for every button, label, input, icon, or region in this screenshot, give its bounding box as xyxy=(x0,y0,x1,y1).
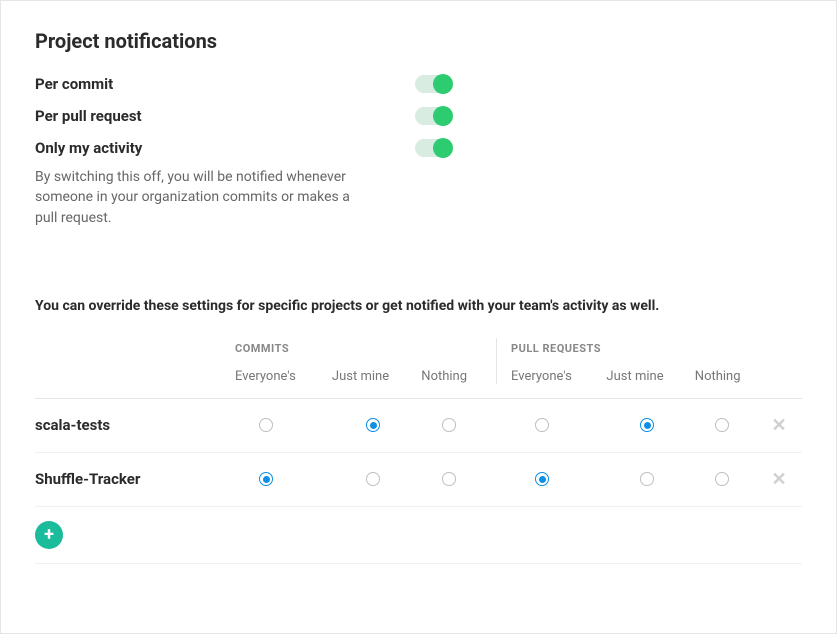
radio-pull-requests[interactable] xyxy=(715,418,729,432)
table-row: scala-tests ✕ xyxy=(35,399,802,453)
radio-commits[interactable] xyxy=(366,418,380,432)
toggle-row-per-commit: Per commit xyxy=(35,75,802,93)
radio-commits[interactable] xyxy=(442,472,456,486)
help-text-only-my-activity: By switching this off, you will be notif… xyxy=(35,167,355,228)
project-overrides-table: COMMITS Everyone's Just mine Nothing PUL… xyxy=(35,342,802,564)
add-project-button[interactable]: + xyxy=(35,521,63,549)
toggle-label-per-commit: Per commit xyxy=(35,75,415,93)
toggle-label-per-pull-request: Per pull request xyxy=(35,107,415,125)
close-icon[interactable]: ✕ xyxy=(771,415,786,436)
toggle-switch-per-pull-request[interactable] xyxy=(415,107,451,125)
radio-pull-requests[interactable] xyxy=(640,472,654,486)
radio-pull-requests[interactable] xyxy=(640,418,654,432)
radio-commits[interactable] xyxy=(366,472,380,486)
column-group-pull-requests-title: PULL REQUESTS xyxy=(511,342,759,355)
project-name: Shuffle-Tracker xyxy=(35,470,235,488)
column-commits-everyones: Everyone's xyxy=(235,369,319,384)
column-pr-just-mine: Just mine xyxy=(594,369,677,384)
toggle-switch-only-my-activity[interactable] xyxy=(415,139,451,157)
column-commits-just-mine: Just mine xyxy=(319,369,403,384)
toggle-switch-per-commit[interactable] xyxy=(415,75,451,93)
column-pr-nothing: Nothing xyxy=(676,369,759,384)
radio-pull-requests[interactable] xyxy=(715,472,729,486)
radio-pull-requests[interactable] xyxy=(535,418,549,432)
plus-icon: + xyxy=(44,524,54,545)
column-commits-nothing: Nothing xyxy=(402,369,486,384)
table-header: COMMITS Everyone's Just mine Nothing PUL… xyxy=(35,342,802,399)
toggle-label-only-my-activity: Only my activity xyxy=(35,139,415,157)
column-group-commits-title: COMMITS xyxy=(235,342,486,355)
override-note: You can override these settings for spec… xyxy=(35,298,802,314)
table-row: Shuffle-Tracker ✕ xyxy=(35,453,802,507)
close-icon[interactable]: ✕ xyxy=(771,469,786,490)
notifications-panel: Project notifications Per commit Per pul… xyxy=(0,0,837,634)
radio-commits[interactable] xyxy=(442,418,456,432)
radio-commits[interactable] xyxy=(259,418,273,432)
radio-pull-requests[interactable] xyxy=(535,472,549,486)
radio-commits[interactable] xyxy=(259,472,273,486)
column-pr-everyones: Everyone's xyxy=(511,369,594,384)
toggle-row-only-my-activity: Only my activity By switching this off, … xyxy=(35,139,802,228)
project-name: scala-tests xyxy=(35,416,235,434)
toggle-row-per-pull-request: Per pull request xyxy=(35,107,802,125)
add-project-row: + xyxy=(35,507,802,564)
page-title: Project notifications xyxy=(35,29,802,53)
